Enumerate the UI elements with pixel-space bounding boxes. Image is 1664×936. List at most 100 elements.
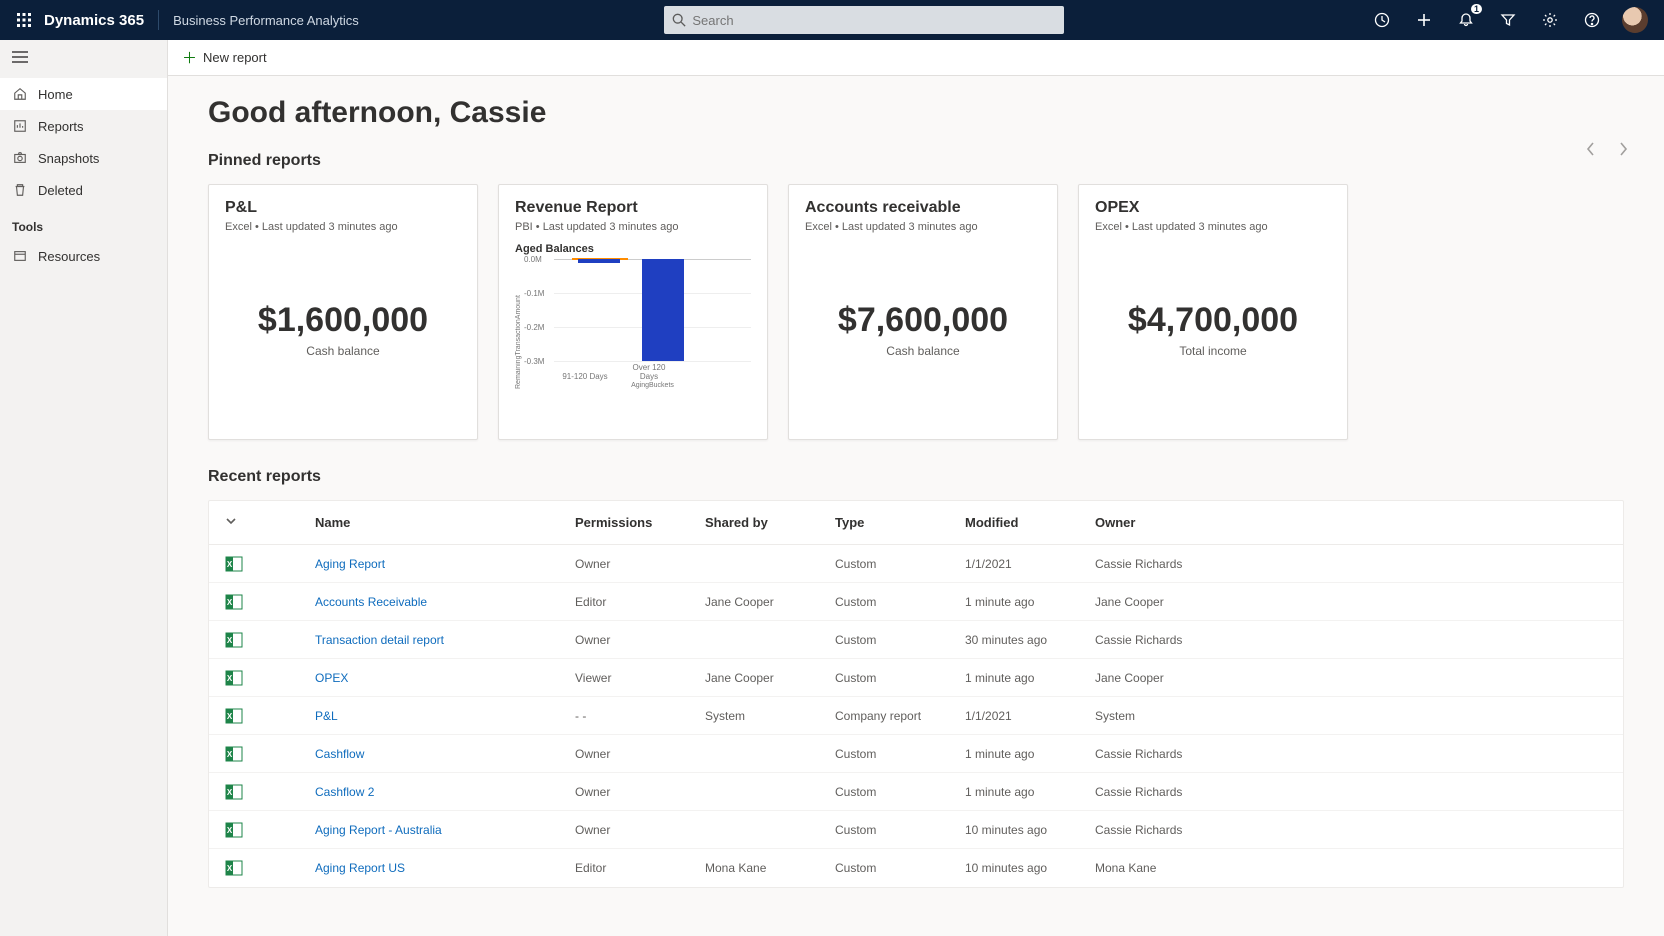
global-header: Dynamics 365 Business Performance Analyt…	[0, 0, 1664, 40]
report-name-link[interactable]: Aging Report	[315, 557, 575, 571]
pinned-card-opex[interactable]: OPEX Excel • Last updated 3 minutes ago …	[1078, 184, 1348, 440]
pinned-card-ar[interactable]: Accounts receivable Excel • Last updated…	[788, 184, 1058, 440]
table-row[interactable]: X Aging Report Owner Custom 1/1/2021 Cas…	[209, 545, 1623, 583]
card-value-label: Cash balance	[306, 344, 379, 358]
table-row[interactable]: X Cashflow 2 Owner Custom 1 minute ago C…	[209, 773, 1623, 811]
svg-text:X: X	[227, 636, 233, 645]
cell-permissions: - -	[575, 709, 705, 723]
col-shared-by[interactable]: Shared by	[705, 515, 835, 530]
report-name-link[interactable]: Accounts Receivable	[315, 595, 575, 609]
sidebar-item-deleted[interactable]: Deleted	[0, 174, 167, 206]
cell-modified: 1 minute ago	[965, 595, 1095, 609]
table-header: Name Permissions Shared by Type Modified…	[209, 501, 1623, 545]
main-region: ＋ New report Good afternoon, Cassie Pinn…	[168, 40, 1664, 936]
sidebar-item-reports[interactable]: Reports	[0, 110, 167, 142]
card-subtitle: Excel • Last updated 3 minutes ago	[1095, 221, 1331, 233]
report-name-link[interactable]: Transaction detail report	[315, 633, 575, 647]
table-row[interactable]: X Aging Report - Australia Owner Custom …	[209, 811, 1623, 849]
help-icon[interactable]	[1580, 8, 1604, 32]
excel-file-icon: X	[225, 745, 315, 763]
cell-type: Company report	[835, 709, 965, 723]
app-launcher-icon[interactable]	[8, 13, 40, 27]
pinned-prev-icon[interactable]	[1580, 138, 1602, 160]
add-icon[interactable]	[1412, 8, 1436, 32]
table-row[interactable]: X Cashflow Owner Custom 1 minute ago Cas…	[209, 735, 1623, 773]
card-subtitle: Excel • Last updated 3 minutes ago	[225, 221, 461, 233]
search-box[interactable]	[664, 6, 1064, 34]
col-modified[interactable]: Modified	[965, 515, 1095, 530]
cell-permissions: Viewer	[575, 671, 705, 685]
snapshots-icon	[12, 150, 28, 166]
user-avatar[interactable]	[1622, 7, 1648, 33]
filter-icon[interactable]	[1496, 8, 1520, 32]
app-title[interactable]: Business Performance Analytics	[173, 13, 359, 28]
report-name-link[interactable]: Aging Report US	[315, 861, 575, 875]
recent-reports-title: Recent reports	[208, 468, 1624, 486]
table-row[interactable]: X OPEX Viewer Jane Cooper Custom 1 minut…	[209, 659, 1623, 697]
table-row[interactable]: X Transaction detail report Owner Custom…	[209, 621, 1623, 659]
table-row[interactable]: X Aging Report US Editor Mona Kane Custo…	[209, 849, 1623, 887]
cell-permissions: Owner	[575, 557, 705, 571]
pinned-next-icon[interactable]	[1612, 138, 1634, 160]
sidebar-item-home[interactable]: Home	[0, 78, 167, 110]
card-title: Revenue Report	[515, 199, 751, 217]
home-icon	[12, 86, 28, 102]
col-name[interactable]: Name	[315, 515, 575, 530]
pinned-reports-row: P&L Excel • Last updated 3 minutes ago $…	[208, 184, 1624, 440]
sidebar-item-label: Reports	[38, 119, 84, 134]
brand-name[interactable]: Dynamics 365	[44, 12, 144, 29]
pinned-card-pnl[interactable]: P&L Excel • Last updated 3 minutes ago $…	[208, 184, 478, 440]
command-bar: ＋ New report	[168, 40, 1664, 76]
cell-owner: Mona Kane	[1095, 861, 1607, 875]
settings-icon[interactable]	[1538, 8, 1562, 32]
chart-xtick: 91-120 Days	[560, 372, 610, 381]
card-value-label: Cash balance	[886, 344, 959, 358]
col-owner[interactable]: Owner	[1095, 515, 1607, 530]
chart-ytick: -0.3M	[524, 357, 544, 366]
svg-text:X: X	[227, 598, 233, 607]
pinned-reports-title: Pinned reports	[208, 152, 1624, 170]
report-name-link[interactable]: Cashflow 2	[315, 785, 575, 799]
cell-type: Custom	[835, 557, 965, 571]
report-name-link[interactable]: OPEX	[315, 671, 575, 685]
cell-permissions: Editor	[575, 861, 705, 875]
header-divider	[158, 10, 159, 30]
card-value: $7,600,000	[838, 301, 1008, 340]
pinned-card-revenue[interactable]: Revenue Report PBI • Last updated 3 minu…	[498, 184, 768, 440]
cell-shared-by: Mona Kane	[705, 861, 835, 875]
new-report-button[interactable]: ＋ New report	[182, 47, 267, 68]
report-name-link[interactable]: Cashflow	[315, 747, 575, 761]
cell-permissions: Editor	[575, 595, 705, 609]
report-name-link[interactable]: P&L	[315, 709, 575, 723]
card-value-label: Total income	[1179, 344, 1246, 358]
sidebar-item-snapshots[interactable]: Snapshots	[0, 142, 167, 174]
timer-icon[interactable]	[1370, 8, 1394, 32]
search-input[interactable]	[692, 13, 1056, 28]
new-report-label: New report	[203, 50, 267, 65]
table-row[interactable]: X Accounts Receivable Editor Jane Cooper…	[209, 583, 1623, 621]
sidebar-item-resources[interactable]: Resources	[0, 240, 167, 272]
excel-file-icon: X	[225, 821, 315, 839]
page-greeting: Good afternoon, Cassie	[208, 96, 1624, 130]
cell-permissions: Owner	[575, 823, 705, 837]
svg-text:X: X	[227, 560, 233, 569]
cell-type: Custom	[835, 747, 965, 761]
cell-modified: 30 minutes ago	[965, 633, 1095, 647]
cell-owner: Cassie Richards	[1095, 747, 1607, 761]
excel-file-icon: X	[225, 707, 315, 725]
report-name-link[interactable]: Aging Report - Australia	[315, 823, 575, 837]
cell-owner: Cassie Richards	[1095, 785, 1607, 799]
col-type[interactable]: Type	[835, 515, 965, 530]
notifications-icon[interactable]: 1	[1454, 8, 1478, 32]
chart-ytick: -0.1M	[524, 289, 544, 298]
col-permissions[interactable]: Permissions	[575, 515, 705, 530]
excel-file-icon: X	[225, 593, 315, 611]
card-title: OPEX	[1095, 199, 1331, 217]
sidebar-toggle-icon[interactable]	[0, 40, 167, 78]
reports-icon	[12, 118, 28, 134]
table-row[interactable]: X P&L - - System Company report 1/1/2021…	[209, 697, 1623, 735]
chart-bar-over-120	[642, 259, 684, 361]
card-subtitle: Excel • Last updated 3 minutes ago	[805, 221, 1041, 233]
cell-type: Custom	[835, 671, 965, 685]
chevron-down-icon[interactable]	[225, 515, 237, 530]
